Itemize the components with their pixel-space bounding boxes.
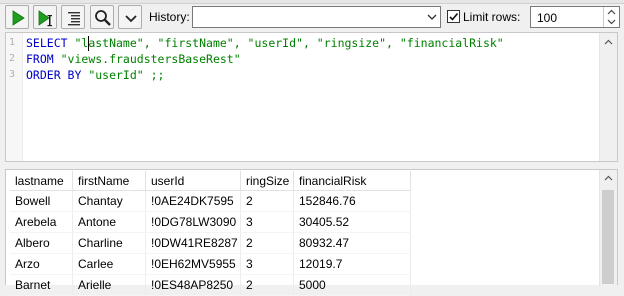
cell-lastname[interactable]: Barnet [10,274,73,296]
history-dropdown[interactable] [192,6,441,28]
cell-financialrisk[interactable]: 5000 [293,274,411,296]
limit-rows-value: 100 [537,11,558,25]
sql-editor[interactable]: 1 2 3 SELECT "lastName", "firstName", "u… [5,32,618,162]
cell-userid[interactable]: !0DG78LW3090 [145,211,241,233]
cell-firstname[interactable]: Antone [72,211,146,233]
cell-financialrisk[interactable]: 12019.7 [293,253,411,275]
caret-up-icon [607,9,616,15]
limit-rows-label: Limit rows: [463,10,521,24]
history-label: History: [149,10,190,24]
search-button[interactable] [90,5,114,29]
spinner-up-button[interactable] [603,7,619,17]
cell-userid[interactable]: !0EH62MV5955 [145,253,241,275]
more-button[interactable] [118,5,142,29]
limit-rows-spinner[interactable]: 100 [530,6,620,28]
cell-ringsize[interactable]: 2 [240,274,294,296]
cell-lastname[interactable]: Bowell [10,190,73,212]
results-scrollbar[interactable] [599,170,617,286]
column-header-financialrisk[interactable]: financialRisk [293,171,411,191]
line-number: 3 [9,69,16,80]
line-number: 2 [9,53,16,64]
cell-lastname[interactable]: Arzo [10,253,73,275]
play-icon [12,10,25,26]
play-step-icon [38,10,52,27]
chevron-down-icon [427,14,437,20]
sql-keyword: ORDER BY [26,68,89,82]
run-single-button[interactable] [33,5,57,29]
column-header-firstname[interactable]: firstName [72,171,146,191]
magnifier-icon [95,10,111,26]
pane-splitter[interactable] [0,162,624,168]
cell-ringsize[interactable]: 3 [240,253,294,275]
cell-ringsize[interactable]: 2 [240,190,294,212]
query-toolbar: History: Limit rows: 100 [0,4,624,30]
limit-rows-checkbox[interactable] [447,10,460,23]
code-line-1: SELECT "lastName", "firstName", "userId"… [26,35,504,51]
sql-string: "userId" ;; [88,68,165,82]
chevron-down-icon [125,15,137,23]
line-number-gutter: 1 2 3 [6,33,23,161]
cell-lastname[interactable]: Arebela [10,211,73,233]
header-row: lastname firstName userId ringSize finan… [10,171,411,191]
scroll-up-arrow-icon[interactable] [604,39,613,45]
cell-firstname[interactable]: Chantay [72,190,146,212]
results-table: lastname firstName userId ringSize finan… [10,171,411,296]
checkmark-icon [449,12,459,21]
table-row[interactable]: Barnet Arielle !0ES48AP8250 2 5000 [10,274,411,296]
format-button[interactable] [61,5,85,29]
format-text-icon [68,12,80,26]
table-row[interactable]: Bowell Chantay !0AE24DK7595 2 152846.76 [10,190,411,212]
cell-firstname[interactable]: Arielle [72,274,146,296]
column-header-ringsize[interactable]: ringSize [240,171,294,191]
scroll-up-arrow-icon[interactable] [604,175,613,181]
cell-userid[interactable]: !0ES48AP8250 [145,274,241,296]
cell-firstname[interactable]: Carlee [72,253,146,275]
line-number: 1 [9,37,16,48]
caret-down-icon [607,19,616,25]
sql-keyword: SELECT [26,36,75,50]
code-line-2: FROM "views.fraudstersBaseRest" [26,51,241,67]
run-button[interactable] [5,5,29,29]
table-row[interactable]: Albero Charline !0DW41RE8287 2 80932.47 [10,232,411,254]
column-header-lastname[interactable]: lastname [10,171,73,191]
spinner-down-button[interactable] [603,17,619,27]
cell-firstname[interactable]: Charline [72,232,146,254]
column-header-userid[interactable]: userId [145,171,241,191]
cell-financialrisk[interactable]: 152846.76 [293,190,411,212]
table-row[interactable]: Arzo Carlee !0EH62MV5955 3 12019.7 [10,253,411,275]
cell-ringsize[interactable]: 3 [240,211,294,233]
cell-userid[interactable]: !0AE24DK7595 [145,190,241,212]
table-row[interactable]: Arebela Antone !0DG78LW3090 3 30405.52 [10,211,411,233]
editor-scrollbar[interactable] [599,33,617,161]
cell-financialrisk[interactable]: 30405.52 [293,211,411,233]
code-line-3: ORDER BY "userId" ;; [26,67,164,83]
cell-userid[interactable]: !0DW41RE8287 [145,232,241,254]
cell-financialrisk[interactable]: 80932.47 [293,232,411,254]
scrollbar-thumb[interactable] [602,190,614,284]
cell-lastname[interactable]: Albero [10,232,73,254]
sql-keyword: FROM [26,52,61,66]
text-caret [88,36,89,51]
sql-string: "views.fraudstersBaseRest" [60,52,241,66]
sql-string: "lastName", "firstName", "userId", "ring… [74,36,504,50]
results-grid[interactable]: lastname firstName userId ringSize finan… [5,169,618,296]
cell-ringsize[interactable]: 2 [240,232,294,254]
